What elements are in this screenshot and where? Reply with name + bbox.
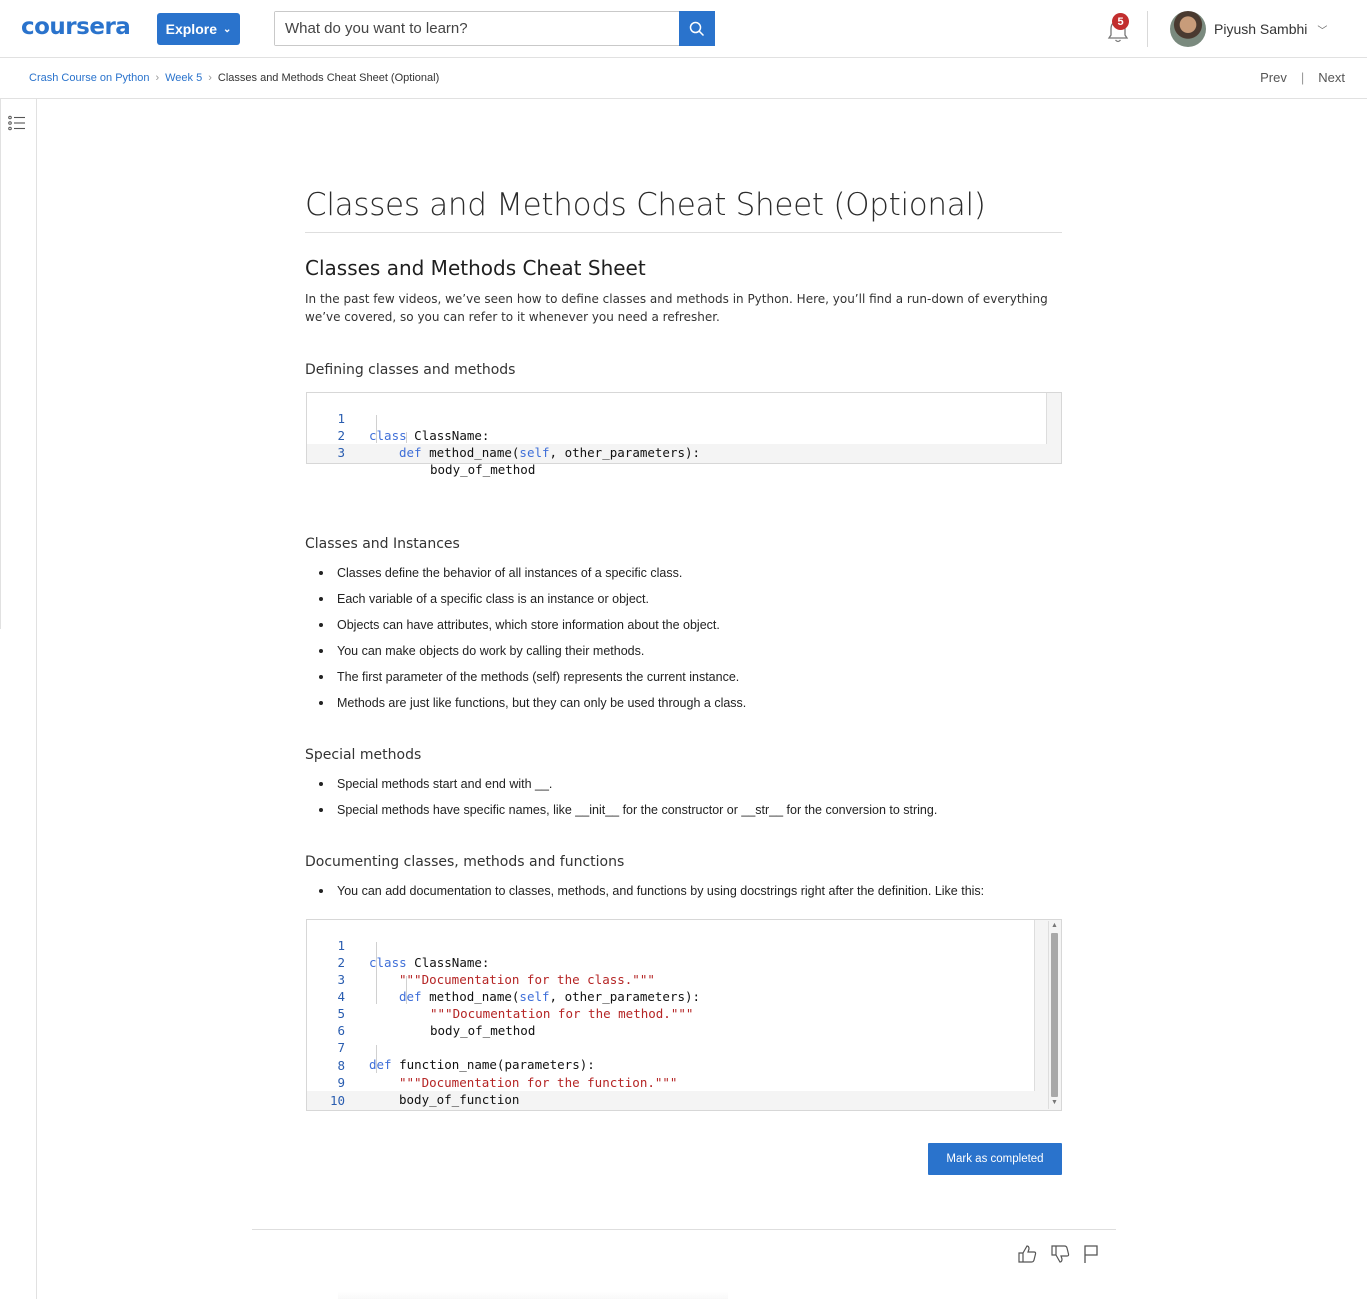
avatar	[1170, 11, 1206, 47]
mark-as-completed-button[interactable]: Mark as completed	[928, 1143, 1062, 1175]
title-divider	[305, 232, 1062, 233]
top-navigation-bar: coursera Explore ⌄ 5 Piyush Sambhi ﹀	[0, 0, 1367, 58]
notification-badge: 5	[1112, 13, 1129, 30]
search-input[interactable]	[275, 12, 679, 45]
breadcrumb-week-link[interactable]: Week 5	[165, 72, 202, 84]
search-bar	[274, 11, 715, 46]
breadcrumb-bar: Crash Course on Python › Week 5 › Classe…	[0, 58, 1367, 99]
chevron-down-icon: ﹀	[1317, 25, 1328, 37]
code-keyword: self	[519, 445, 550, 460]
list-item: Special methods have specific names, lik…	[305, 802, 937, 828]
flag-icon[interactable]	[1082, 1244, 1100, 1264]
code-editor-area: 1 class ClassName: 2 """Documentation fo…	[307, 920, 1035, 1108]
chevron-right-icon: ›	[155, 72, 160, 84]
code-line: 1 class ClassName:	[307, 920, 1035, 970]
code-line: 3 def method_name(self, other_parameters…	[307, 954, 1035, 1004]
scrollbar-thumb[interactable]	[1051, 933, 1058, 1097]
explore-button[interactable]: Explore ⌄	[157, 13, 240, 45]
chevron-down-icon: ⌄	[222, 23, 232, 35]
prev-next-nav: Prev | Next	[1260, 70, 1345, 85]
intro-paragraph: In the past few videos, we’ve seen how t…	[305, 292, 1048, 324]
list-item: Special methods start and end with __.	[305, 776, 937, 802]
section-heading-documenting: Documenting classes, methods and functio…	[305, 854, 625, 870]
line-number: 10	[329, 1093, 345, 1108]
documenting-list: You can add documentation to classes, me…	[305, 883, 984, 909]
code-keyword: def	[399, 445, 422, 460]
section-heading-defining: Defining classes and methods	[305, 362, 516, 378]
scroll-fade	[338, 1292, 728, 1299]
footer-divider	[252, 1229, 1116, 1230]
scroll-down-icon[interactable]: ▼	[1051, 1099, 1058, 1106]
search-button[interactable]	[679, 11, 715, 46]
chevron-right-icon: ›	[208, 72, 212, 84]
code-line: 2 def method_name(self, other_parameters…	[307, 410, 1047, 460]
breadcrumb-current: Classes and Methods Cheat Sheet (Optiona…	[217, 72, 440, 84]
list-item: You can make objects do work by calling …	[305, 643, 746, 669]
search-icon	[689, 21, 705, 36]
breadcrumb-course-link[interactable]: Crash Course on Python	[29, 72, 149, 84]
list-item: Methods are just like functions, but the…	[305, 695, 746, 721]
left-rail	[0, 99, 37, 1299]
code-editor-area: 1 class ClassName: 2 def method_name(sel…	[307, 393, 1047, 477]
code-line: 8 """Documentation for the function."""	[307, 1040, 1035, 1090]
header-divider	[1147, 11, 1148, 47]
code-line: 10	[307, 1075, 1035, 1108]
list-item: You can add documentation to classes, me…	[305, 883, 984, 909]
code-line: 4 """Documentation for the method."""	[307, 971, 1035, 1021]
code-line: 1 class ClassName:	[307, 393, 1047, 443]
toc-list-icon[interactable]	[8, 115, 26, 131]
section-heading-instances: Classes and Instances	[305, 536, 460, 552]
list-item: Objects can have attributes, which store…	[305, 617, 746, 643]
scroll-up-icon[interactable]: ▲	[1051, 922, 1058, 929]
page-title: Classes and Methods Cheat Sheet (Optiona…	[305, 187, 986, 223]
thumbs-down-icon[interactable]	[1050, 1244, 1070, 1264]
user-menu[interactable]: Piyush Sambhi ﹀	[1170, 11, 1327, 47]
code-line: 9 body_of_function	[307, 1057, 1035, 1107]
code-text: method_name(	[421, 445, 520, 460]
code-block-documenting[interactable]: 1 class ClassName: 2 """Documentation fo…	[306, 919, 1062, 1111]
instances-list: Classes define the behavior of all insta…	[305, 565, 746, 721]
explore-label: Explore	[165, 21, 217, 37]
code-line: 7 def function_name(parameters):	[307, 1022, 1035, 1072]
special-list: Special methods start and end with __. S…	[305, 776, 937, 828]
code-line: 5 body_of_method	[307, 988, 1035, 1038]
section-heading-special: Special methods	[305, 747, 422, 763]
line-number: 3	[337, 445, 345, 460]
code-line: 2 """Documentation for the class."""	[307, 937, 1035, 987]
list-item: The first parameter of the methods (self…	[305, 669, 746, 695]
user-name: Piyush Sambhi	[1214, 21, 1308, 37]
page-subtitle: Classes and Methods Cheat Sheet	[305, 256, 646, 280]
code-text: body_of_function	[399, 1092, 520, 1107]
breadcrumb: Crash Course on Python › Week 5 › Classe…	[29, 72, 439, 84]
code-text: , other_parameters):	[549, 445, 701, 460]
code-scrollbar[interactable]: ▲ ▼	[1048, 921, 1060, 1109]
code-line: 3 body_of_method	[307, 427, 1047, 477]
list-item: Each variable of a specific class is an …	[305, 591, 746, 617]
code-text: body_of_method	[430, 462, 536, 477]
code-block-defining[interactable]: 1 class ClassName: 2 def method_name(sel…	[306, 392, 1062, 477]
rail-edge	[0, 99, 1, 629]
code-line: 6	[307, 1005, 1035, 1038]
list-item: Classes define the behavior of all insta…	[305, 565, 746, 591]
nav-separator: |	[1300, 70, 1305, 85]
thumbs-up-icon[interactable]	[1017, 1244, 1037, 1264]
prev-button[interactable]: Prev	[1260, 70, 1287, 85]
next-button[interactable]: Next	[1318, 70, 1345, 85]
coursera-logo[interactable]: coursera	[21, 14, 131, 40]
